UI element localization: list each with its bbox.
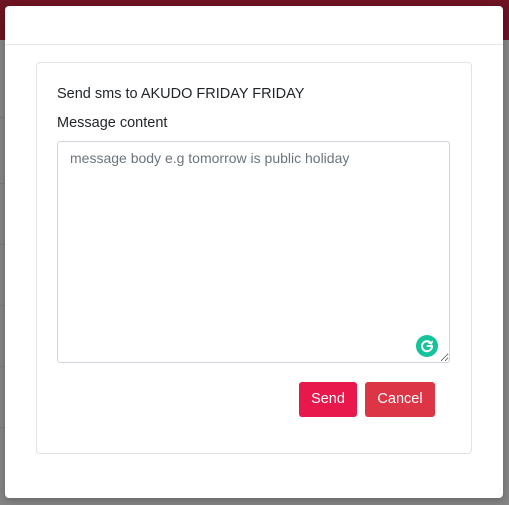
message-content-textarea[interactable] bbox=[57, 141, 450, 363]
modal-header bbox=[5, 6, 503, 45]
sms-form-card: Send sms to AKUDO FRIDAY FRIDAY Message … bbox=[36, 62, 472, 454]
message-content-label: Message content bbox=[57, 115, 168, 131]
grammarly-icon[interactable] bbox=[416, 335, 438, 357]
send-sms-modal: Send sms to AKUDO FRIDAY FRIDAY Message … bbox=[5, 6, 503, 498]
grammarly-g-glyph bbox=[421, 340, 434, 353]
send-button[interactable]: Send bbox=[299, 382, 357, 417]
cancel-button[interactable]: Cancel bbox=[365, 382, 435, 417]
send-sms-title: Send sms to AKUDO FRIDAY FRIDAY bbox=[57, 86, 305, 102]
